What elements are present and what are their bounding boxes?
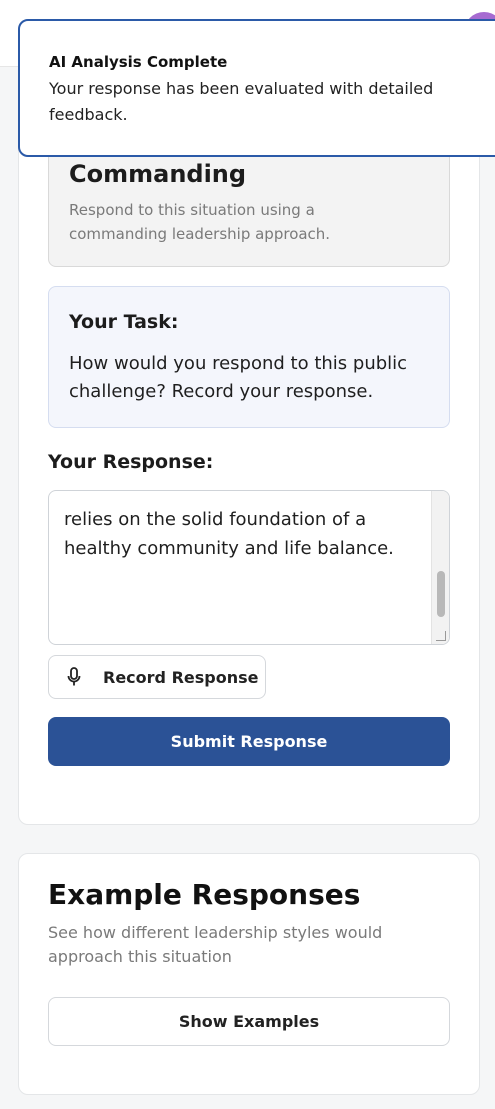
examples-title: Example Responses <box>48 878 361 911</box>
response-label: Your Response: <box>48 451 214 473</box>
record-response-button[interactable]: Record Response <box>48 655 266 699</box>
textarea-scrollbar[interactable] <box>431 491 449 644</box>
record-response-label: Record Response <box>103 667 259 687</box>
response-textarea[interactable]: relies on the solid foundation of a heal… <box>48 490 450 645</box>
scrollbar-thumb[interactable] <box>437 571 445 617</box>
examples-description: See how different leadership styles woul… <box>48 923 383 966</box>
microphone-icon <box>67 667 81 687</box>
show-examples-label: Show Examples <box>178 1012 320 1031</box>
toast-title: AI Analysis Complete <box>49 53 228 71</box>
style-description: Respond to this situation using a comman… <box>69 201 331 243</box>
submit-response-button[interactable]: Submit Response <box>48 717 450 766</box>
style-name: Commanding <box>69 160 247 188</box>
task-text: How would you respond to this public cha… <box>69 353 408 402</box>
submit-response-label: Submit Response <box>170 732 328 751</box>
toast-message: Your response has been evaluated with de… <box>49 79 434 124</box>
task-title: Your Task: <box>69 311 179 333</box>
show-examples-button[interactable]: Show Examples <box>48 997 450 1046</box>
response-text: relies on the solid foundation of a heal… <box>64 509 394 559</box>
analysis-toast: AI Analysis Complete Your response has b… <box>18 19 495 157</box>
resize-handle-icon[interactable] <box>436 631 446 641</box>
